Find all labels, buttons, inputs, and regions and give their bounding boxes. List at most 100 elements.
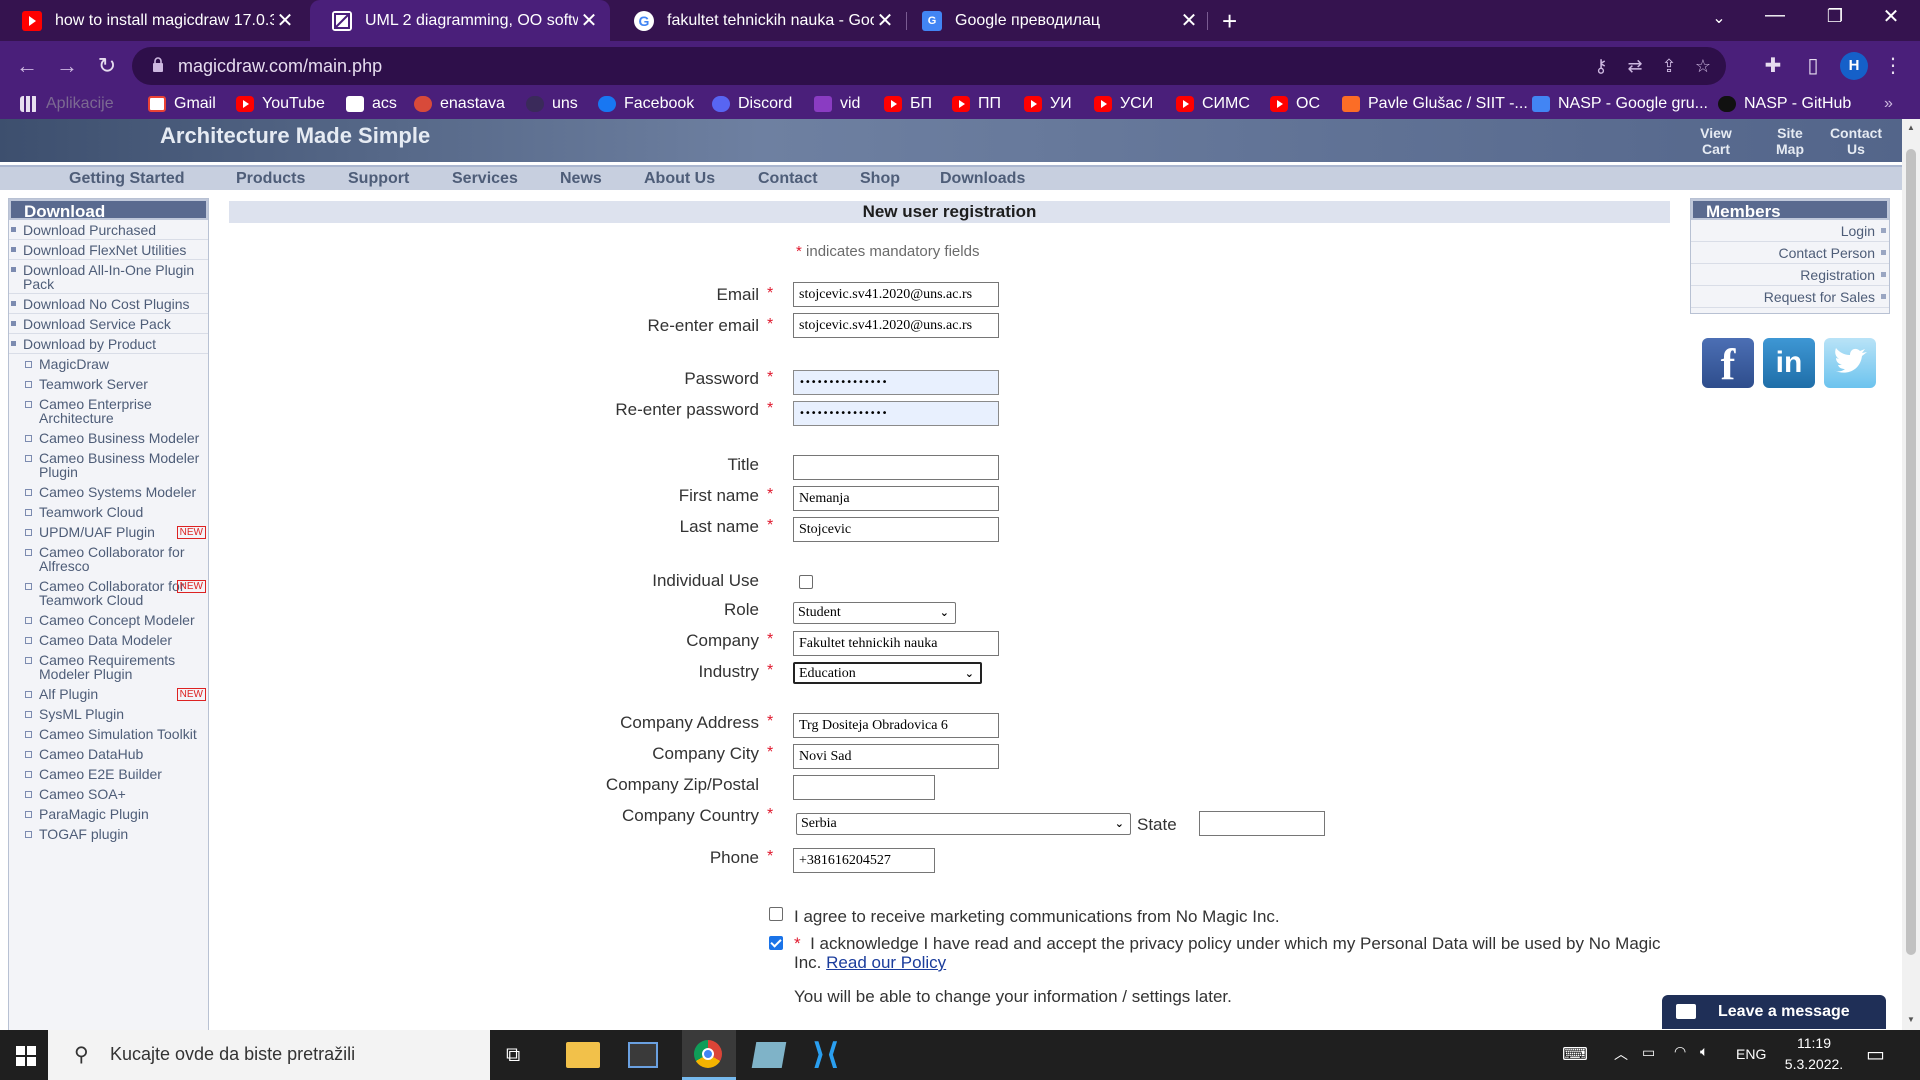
product-link[interactable]: Cameo Business Modeler xyxy=(9,428,208,448)
product-link[interactable]: Cameo Enterprise Architecture xyxy=(9,394,208,428)
task-view-icon[interactable]: ⧉ xyxy=(506,1044,520,1067)
contact-us-link[interactable]: Contact Us xyxy=(1826,125,1886,157)
bookmark-github[interactable]: NASP - GitHub xyxy=(1718,95,1851,113)
site-map-link[interactable]: Site Map xyxy=(1772,125,1808,157)
new-tab-button[interactable]: + xyxy=(1222,6,1237,37)
bookmark-enastava[interactable]: enastava xyxy=(414,95,505,113)
product-link[interactable]: Cameo Simulation Toolkit xyxy=(9,724,208,744)
nav-support[interactable]: Support xyxy=(348,170,409,188)
product-link[interactable]: Cameo Systems Modeler xyxy=(9,482,208,502)
volume-icon[interactable]: 🔈︎ xyxy=(1700,1043,1708,1060)
close-tab-icon[interactable]: ✕ xyxy=(578,8,600,33)
reemail-field[interactable]: stojcevic.sv41.2020@uns.ac.rs xyxy=(793,313,999,338)
bookmark-usi[interactable]: УСИ xyxy=(1094,95,1153,113)
company-address-field[interactable]: Trg Dositeja Obradovica 6 xyxy=(793,713,999,738)
phone-field[interactable]: +381616204527 xyxy=(793,848,935,873)
translate-icon[interactable]: ⇄ xyxy=(1624,56,1646,77)
download-service-pack-link[interactable]: Download Service Pack xyxy=(9,314,208,334)
clock-date[interactable]: 5.3.2022. xyxy=(1784,1056,1844,1072)
chrome-taskbar-button[interactable] xyxy=(682,1030,736,1080)
bookmark-gitlab[interactable]: Pavle Glušac / SIIT -... xyxy=(1342,95,1528,113)
email-field[interactable]: stojcevic.sv41.2020@uns.ac.rs xyxy=(793,282,999,307)
product-link[interactable]: UPDM/UAF Plugin NEW xyxy=(9,522,208,542)
registration-link[interactable]: Registration xyxy=(1691,264,1889,286)
role-select[interactable]: Student ⌄ xyxy=(793,602,956,624)
close-tab-icon[interactable]: ✕ xyxy=(1178,8,1200,33)
nav-shop[interactable]: Shop xyxy=(860,170,900,188)
nav-about-us[interactable]: About Us xyxy=(644,170,715,188)
bookmark-os[interactable]: ОС xyxy=(1270,95,1320,113)
nav-products[interactable]: Products xyxy=(236,170,305,188)
scroll-up-icon[interactable]: ▲ xyxy=(1907,123,1915,132)
product-link[interactable]: MagicDraw xyxy=(9,354,208,374)
product-link[interactable]: Cameo SOA+ xyxy=(9,784,208,804)
marketing-checkbox[interactable] xyxy=(769,907,783,921)
download-purchased-link[interactable]: Download Purchased xyxy=(9,220,208,240)
nav-news[interactable]: News xyxy=(560,170,602,188)
product-link[interactable]: Cameo Collaborator for Teamwork Cloud NEW xyxy=(9,576,208,610)
menu-icon[interactable]: ⋮ xyxy=(1880,53,1906,78)
product-link[interactable]: SysML Plugin xyxy=(9,704,208,724)
share-icon[interactable]: ⇪ xyxy=(1658,56,1680,77)
product-label[interactable]: Cameo Collaborator for Teamwork Cloud xyxy=(39,578,185,608)
vscode-icon[interactable]: ⟩⟨ xyxy=(812,1040,844,1070)
tab-google-translate[interactable]: G Google преводилац ✕ xyxy=(900,0,1210,41)
scroll-down-icon[interactable]: ▼ xyxy=(1907,1015,1915,1024)
product-link[interactable]: Cameo Collaborator for Alfresco xyxy=(9,542,208,576)
bookmark-youtube[interactable]: YouTube xyxy=(236,95,325,113)
company-field[interactable]: Fakultet tehnickih nauka xyxy=(793,631,999,656)
chevron-up-icon[interactable]: ︿ xyxy=(1614,1044,1628,1064)
download-by-product-link[interactable]: Download by Product xyxy=(9,334,208,354)
file-explorer-icon[interactable] xyxy=(566,1042,600,1068)
minimize-button[interactable]: — xyxy=(1760,4,1790,27)
product-link[interactable]: ParaMagic Plugin xyxy=(9,804,208,824)
bookmark-pp[interactable]: ПП xyxy=(952,95,1001,113)
login-link[interactable]: Login xyxy=(1691,220,1889,242)
bookmark-google-groups[interactable]: NASP - Google gru... xyxy=(1532,95,1708,113)
product-link[interactable]: Cameo Business Modeler Plugin xyxy=(9,448,208,482)
extensions-icon[interactable]: ✚ xyxy=(1760,53,1786,78)
profile-avatar[interactable]: H xyxy=(1840,52,1868,80)
nav-contact[interactable]: Contact xyxy=(758,170,818,188)
taskbar-search[interactable]: ⚲ Kucajte ovde da biste pretražili xyxy=(48,1030,490,1080)
lock-icon[interactable] xyxy=(152,57,164,72)
product-link[interactable]: Cameo Concept Modeler xyxy=(9,610,208,630)
product-label[interactable]: Alf Plugin xyxy=(39,686,98,702)
page-scrollbar[interactable]: ▲ ▼ xyxy=(1902,119,1920,1030)
wifi-icon[interactable]: ◠ xyxy=(1674,1043,1686,1060)
bookmark-gmail[interactable]: Gmail xyxy=(148,95,216,113)
read-policy-link[interactable]: Read our Policy xyxy=(826,953,946,972)
company-zip-field[interactable] xyxy=(793,775,935,800)
industry-select[interactable]: Education ⌄ xyxy=(793,662,982,684)
notifications-icon[interactable]: ▭ xyxy=(1866,1042,1885,1067)
tab-google-search[interactable]: G fakultet tehnickih nauka - Google ✕ xyxy=(612,0,906,41)
company-country-select[interactable]: Serbia ⌄ xyxy=(796,813,1131,835)
store-icon[interactable] xyxy=(628,1042,658,1068)
bookmark-star-icon[interactable]: ☆ xyxy=(1692,56,1714,77)
product-link[interactable]: Teamwork Server xyxy=(9,374,208,394)
linkedin-icon[interactable]: in xyxy=(1763,338,1815,388)
close-tab-icon[interactable]: ✕ xyxy=(874,8,896,33)
individual-use-checkbox[interactable] xyxy=(799,575,813,589)
repassword-field[interactable]: ••••••••••••••• xyxy=(793,401,999,426)
battery-icon[interactable]: ▭ xyxy=(1642,1044,1655,1061)
request-for-sales-link[interactable]: Request for Sales xyxy=(1691,286,1889,308)
bookmark-uns[interactable]: uns xyxy=(526,95,578,113)
tab-youtube-video[interactable]: how to install magicdraw 17.0.3 - ✕ xyxy=(0,0,306,41)
bookmark-apps[interactable]: Aplikacije xyxy=(20,95,114,113)
download-plugin-pack-link[interactable]: Download All-In-One Plugin Pack xyxy=(9,260,208,294)
view-cart-link[interactable]: View Cart xyxy=(1698,125,1734,157)
bookmark-facebook[interactable]: Facebook xyxy=(598,95,694,113)
close-window-button[interactable]: ✕ xyxy=(1876,4,1906,29)
nav-services[interactable]: Services xyxy=(452,170,518,188)
url-text[interactable]: magicdraw.com/main.php xyxy=(178,56,382,77)
company-city-field[interactable]: Novi Sad xyxy=(793,744,999,769)
bookmark-vid[interactable]: vid xyxy=(814,95,860,113)
contact-person-link[interactable]: Contact Person xyxy=(1691,242,1889,264)
nav-downloads[interactable]: Downloads xyxy=(940,170,1025,188)
back-button[interactable]: ← xyxy=(14,53,40,79)
product-link[interactable]: Alf Plugin NEW xyxy=(9,684,208,704)
product-link[interactable]: Cameo Data Modeler xyxy=(9,630,208,650)
title-field[interactable] xyxy=(793,455,999,480)
product-link[interactable]: Cameo DataHub xyxy=(9,744,208,764)
